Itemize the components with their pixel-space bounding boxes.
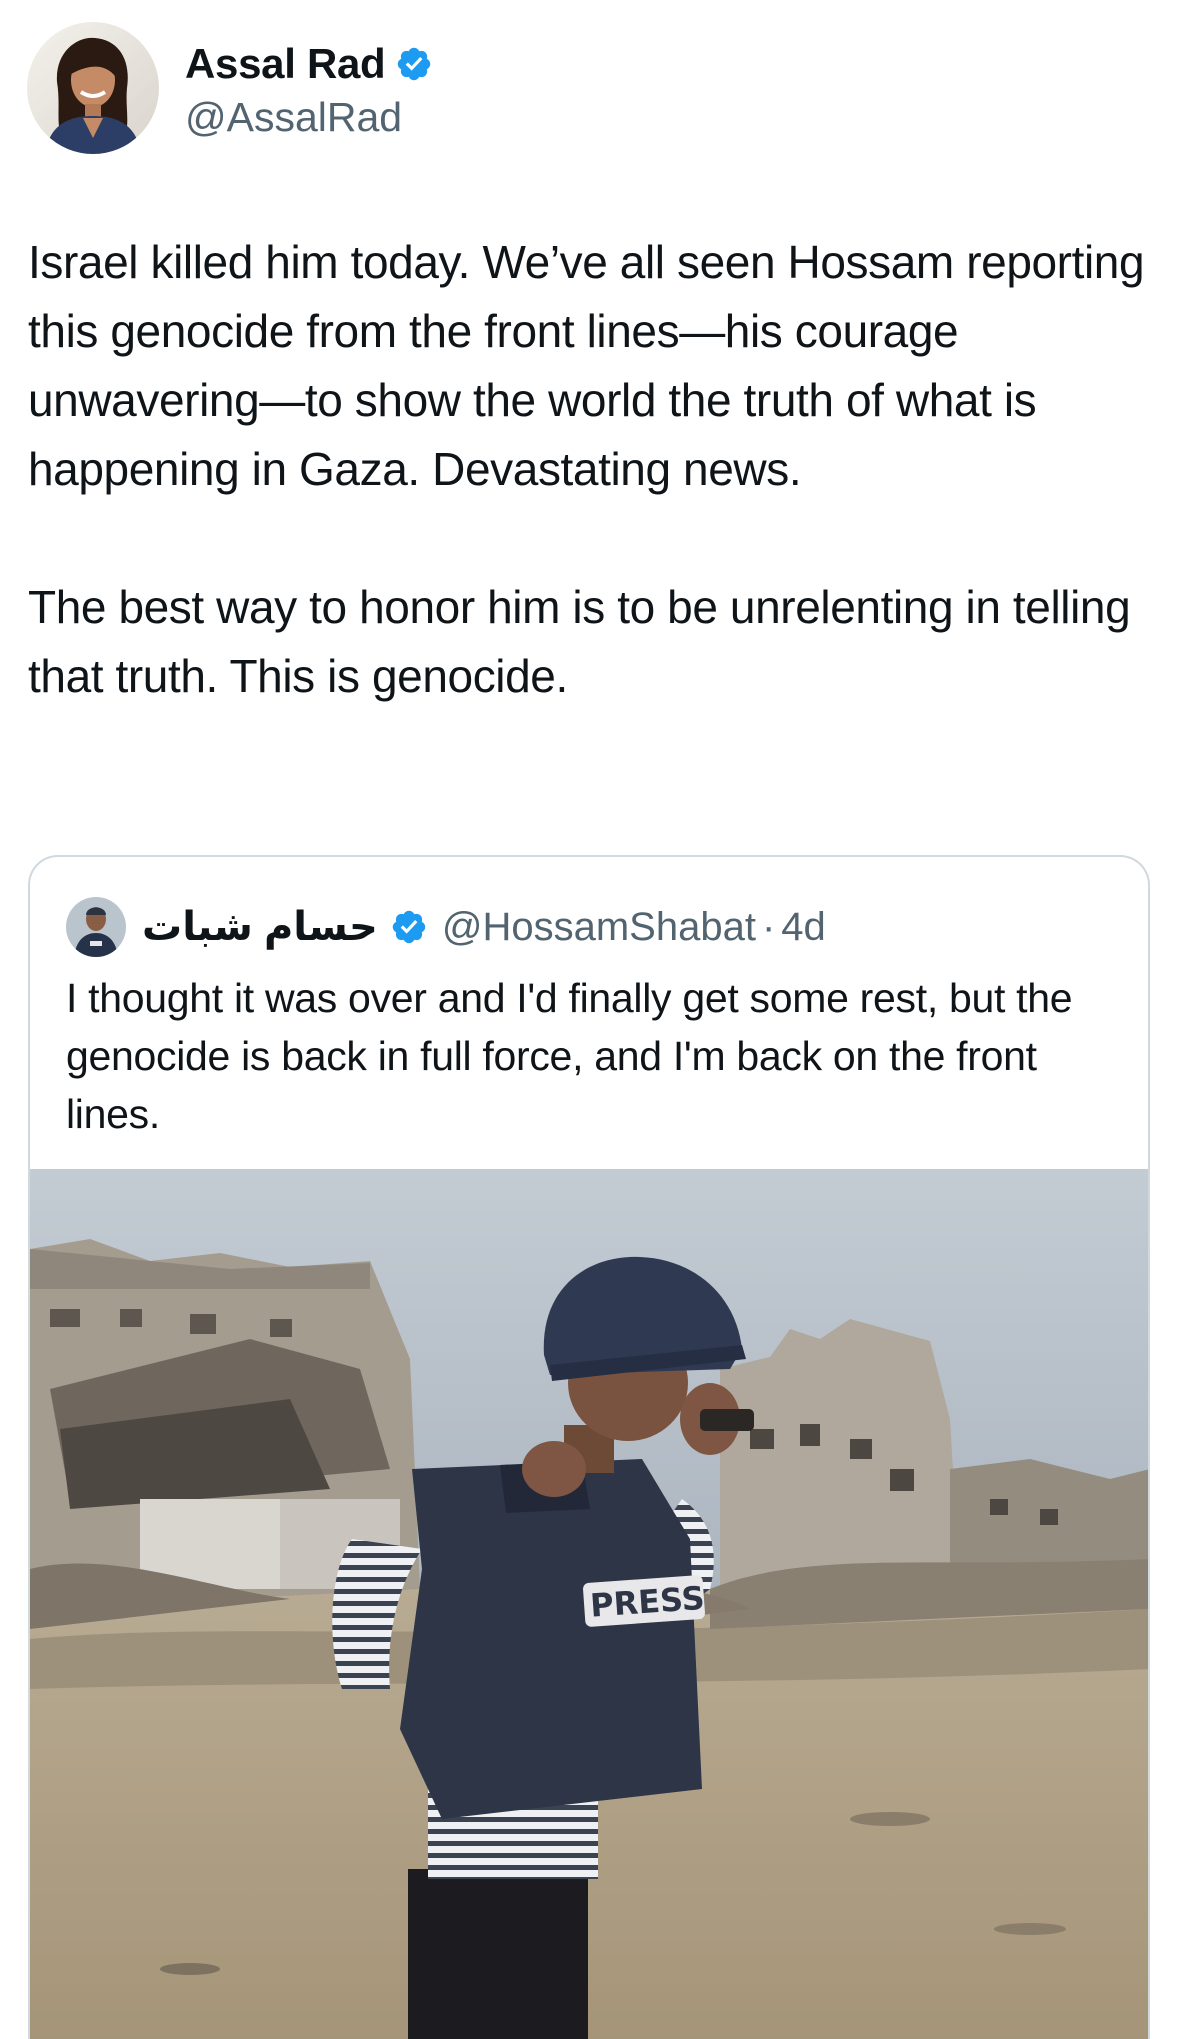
quoted-tweet-header: حسام شبات @HossamShabat · 4d xyxy=(66,893,826,961)
author-handle[interactable]: @AssalRad xyxy=(185,94,433,141)
profile-photo-icon xyxy=(27,22,159,154)
quoted-tweet-text: I thought it was over and I'd finally ge… xyxy=(66,975,1073,1137)
verified-badge-icon xyxy=(392,910,426,944)
tweet-author[interactable]: Assal Rad @AssalRad xyxy=(27,22,433,154)
profile-photo-icon xyxy=(66,897,126,957)
tweet-paragraph-1: Israel killed him today. We’ve all seen … xyxy=(28,236,1145,495)
journalist-photo-image: PRESS xyxy=(30,1169,1148,2039)
quoted-tweet-media[interactable]: PRESS xyxy=(30,1169,1148,2039)
author-avatar[interactable] xyxy=(27,22,159,154)
quoted-tweet-card[interactable]: حسام شبات @HossamShabat · 4d I thought i… xyxy=(28,855,1150,2039)
meta-separator: · xyxy=(761,904,776,949)
tweet-paragraph-2: The best way to honor him is to be unrel… xyxy=(28,581,1131,702)
verified-badge-icon xyxy=(398,47,431,80)
author-display-name[interactable]: Assal Rad xyxy=(185,40,386,88)
quoted-author-avatar[interactable] xyxy=(66,897,126,957)
tweet-text: Israel killed him today. We’ve all seen … xyxy=(28,228,1158,711)
quoted-timestamp[interactable]: 4d xyxy=(781,905,826,950)
quoted-display-name[interactable]: حسام شبات xyxy=(142,904,378,950)
quoted-handle[interactable]: @HossamShabat xyxy=(442,905,756,950)
vest-press-label: PRESS xyxy=(589,1579,706,1625)
